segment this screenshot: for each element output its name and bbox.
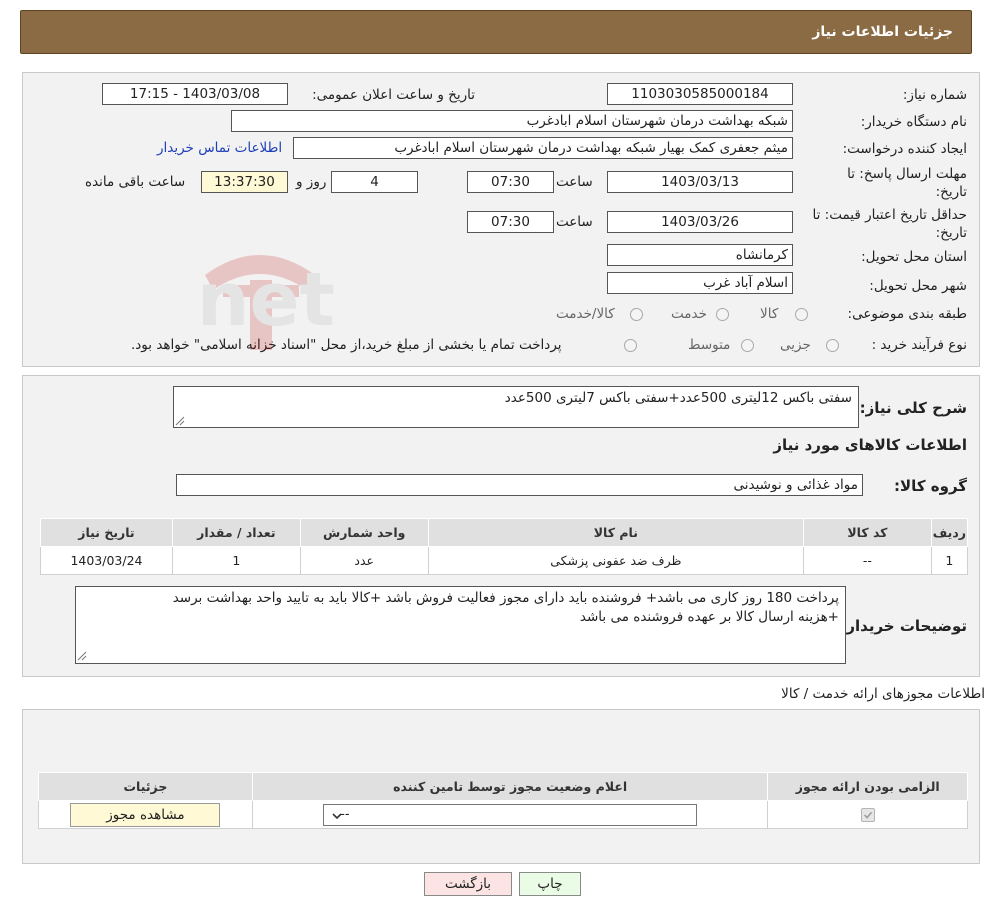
deadline-date-field: 1403/03/13 — [607, 171, 793, 193]
licenses-header-row: الزامی بودن ارائه مجوز اعلام وضعیت مجوز … — [38, 772, 968, 801]
view-license-button[interactable]: مشاهده مجوز — [70, 802, 221, 827]
table-row: -- مشاهده مجوز — [38, 800, 968, 829]
deadline-label: مهلت ارسال پاسخ: تا — [847, 166, 967, 182]
licenses-table: الزامی بودن ارائه مجوز اعلام وضعیت مجوز … — [38, 772, 968, 829]
cell-goods-name: ظرف ضد عفونی پزشکی — [427, 546, 805, 575]
cell-license-required — [767, 800, 968, 829]
purchase-radio-medium[interactable] — [741, 339, 754, 352]
licenses-section-title: اطلاعات مجوزهای ارائه خدمت / کالا — [781, 686, 985, 702]
deadline-label-date: تاریخ: — [935, 184, 967, 200]
col-goods-name: نام کالا — [427, 518, 805, 547]
requester-field: میثم جعفری کمک بهیار شبکه بهداشت درمان ش… — [293, 137, 793, 159]
table-row: 1 -- ظرف ضد عفونی پزشکی عدد 1 1403/03/24 — [40, 546, 969, 575]
need-number-label: شماره نیاز: — [902, 87, 967, 103]
price-validity-label: حداقل تاریخ اعتبار قیمت: تا — [812, 207, 967, 223]
announce-datetime-field: 1403/03/08 - 17:15 — [102, 83, 288, 105]
resize-grip-icon[interactable] — [175, 416, 185, 426]
buyer-notes-line-1: پرداخت 180 روز کاری می باشد+ فروشنده بای… — [172, 590, 839, 606]
purchase-type-label: نوع فرآیند خرید : — [871, 337, 967, 353]
deadline-time-label: ساعت — [556, 174, 593, 190]
remaining-time-label: ساعت باقی مانده — [85, 174, 186, 190]
buyer-notes-line-2: +هزینه ارسال کالا بر عهده فروشنده می باش… — [579, 609, 839, 625]
goods-table-header-row: ردیف کد کالا نام کالا واحد شمارش تعداد /… — [40, 518, 969, 547]
category-option-goods-service: کالا/خدمت — [556, 306, 615, 322]
back-button[interactable]: بازگشت — [424, 872, 512, 896]
requester-label: ایجاد کننده درخواست: — [842, 141, 967, 157]
city-field: اسلام آباد غرب — [607, 272, 793, 294]
buyer-notes-label: توضیحات خریدار: — [840, 617, 967, 635]
category-option-service: خدمت — [671, 306, 707, 322]
col-row-number: ردیف — [930, 518, 969, 547]
goods-table: ردیف کد کالا نام کالا واحد شمارش تعداد /… — [40, 518, 969, 575]
cell-unit: عدد — [299, 546, 429, 575]
buyer-org-label: نام دستگاه خریدار: — [860, 114, 967, 130]
price-validity-label-date: تاریخ: — [935, 225, 967, 241]
buyer-org-field: شبکه بهداشت درمان شهرستان اسلام ابادغرب — [231, 110, 793, 132]
col-license-required: الزامی بودن ارائه مجوز — [767, 772, 968, 801]
province-label: استان محل تحویل: — [861, 249, 967, 265]
checkmark-icon — [863, 812, 872, 819]
category-label: طبقه بندی موضوعی: — [847, 306, 967, 322]
province-field: کرمانشاه — [607, 244, 793, 266]
buyer-notes-field: پرداخت 180 روز کاری می باشد+ فروشنده بای… — [75, 586, 846, 664]
col-unit: واحد شمارش — [299, 518, 429, 547]
cell-license-status: -- — [251, 800, 769, 829]
price-validity-time-field: 07:30 — [467, 211, 554, 233]
goods-group-label: گروه کالا: — [894, 477, 967, 495]
need-summary-label: شرح کلی نیاز: — [859, 399, 967, 417]
city-label: شهر محل تحویل: — [869, 278, 967, 294]
print-button[interactable]: چاپ — [519, 872, 581, 896]
category-option-goods: کالا — [760, 306, 779, 322]
col-license-details: جزئیات — [38, 772, 253, 801]
cell-goods-code: -- — [803, 546, 932, 575]
price-validity-date-field: 1403/03/26 — [607, 211, 793, 233]
announce-datetime-label: تاریخ و ساعت اعلان عمومی: — [312, 87, 475, 103]
cell-quantity: 1 — [171, 546, 301, 575]
treasury-bonds-radio[interactable] — [624, 339, 637, 352]
page-title: جزئیات اطلاعات نیاز — [812, 24, 953, 40]
category-radio-goods[interactable] — [795, 308, 808, 321]
buyer-contact-link[interactable]: اطلاعات تماس خریدار — [157, 140, 282, 156]
purchase-option-minor: جزیی — [780, 337, 811, 353]
goods-info-title: اطلاعات کالاهای مورد نیاز — [773, 436, 967, 454]
treasury-bonds-note: پرداخت تمام یا بخشی از مبلغ خرید،از محل … — [131, 337, 562, 353]
resize-grip-icon[interactable] — [77, 651, 87, 661]
license-required-checkbox[interactable] — [860, 808, 875, 823]
category-radio-goods-service[interactable] — [630, 308, 643, 321]
purchase-radio-minor[interactable] — [826, 339, 839, 352]
category-radio-service[interactable] — [716, 308, 729, 321]
days-label: روز و — [296, 174, 327, 190]
chevron-down-icon — [332, 812, 342, 819]
cell-row-number: 1 — [930, 546, 969, 575]
days-remaining-field: 4 — [331, 171, 418, 193]
deadline-time-field: 07:30 — [467, 171, 554, 193]
cell-need-date: 1403/03/24 — [40, 546, 173, 575]
col-need-date: تاریخ نیاز — [40, 518, 173, 547]
license-status-select[interactable]: -- — [323, 803, 698, 826]
need-number-field: 1103030585000184 — [607, 83, 793, 105]
purchase-option-medium: متوسط — [688, 337, 731, 353]
need-summary-text: سفتی باکس 12لیتری 500عدد+سفتی باکس 7لیتر… — [504, 390, 852, 406]
col-quantity: تعداد / مقدار — [171, 518, 301, 547]
col-goods-code: کد کالا — [803, 518, 932, 547]
page-header: جزئیات اطلاعات نیاز — [20, 10, 972, 54]
price-validity-time-label: ساعت — [556, 214, 593, 230]
remaining-time-field: 13:37:30 — [201, 171, 288, 193]
col-license-status: اعلام وضعیت مجوز توسط تامین کننده — [251, 772, 769, 801]
goods-group-field: مواد غذائی و نوشیدنی — [176, 474, 863, 496]
need-summary-field: سفتی باکس 12لیتری 500عدد+سفتی باکس 7لیتر… — [173, 386, 859, 428]
cell-license-details: مشاهده مجوز — [38, 800, 253, 829]
